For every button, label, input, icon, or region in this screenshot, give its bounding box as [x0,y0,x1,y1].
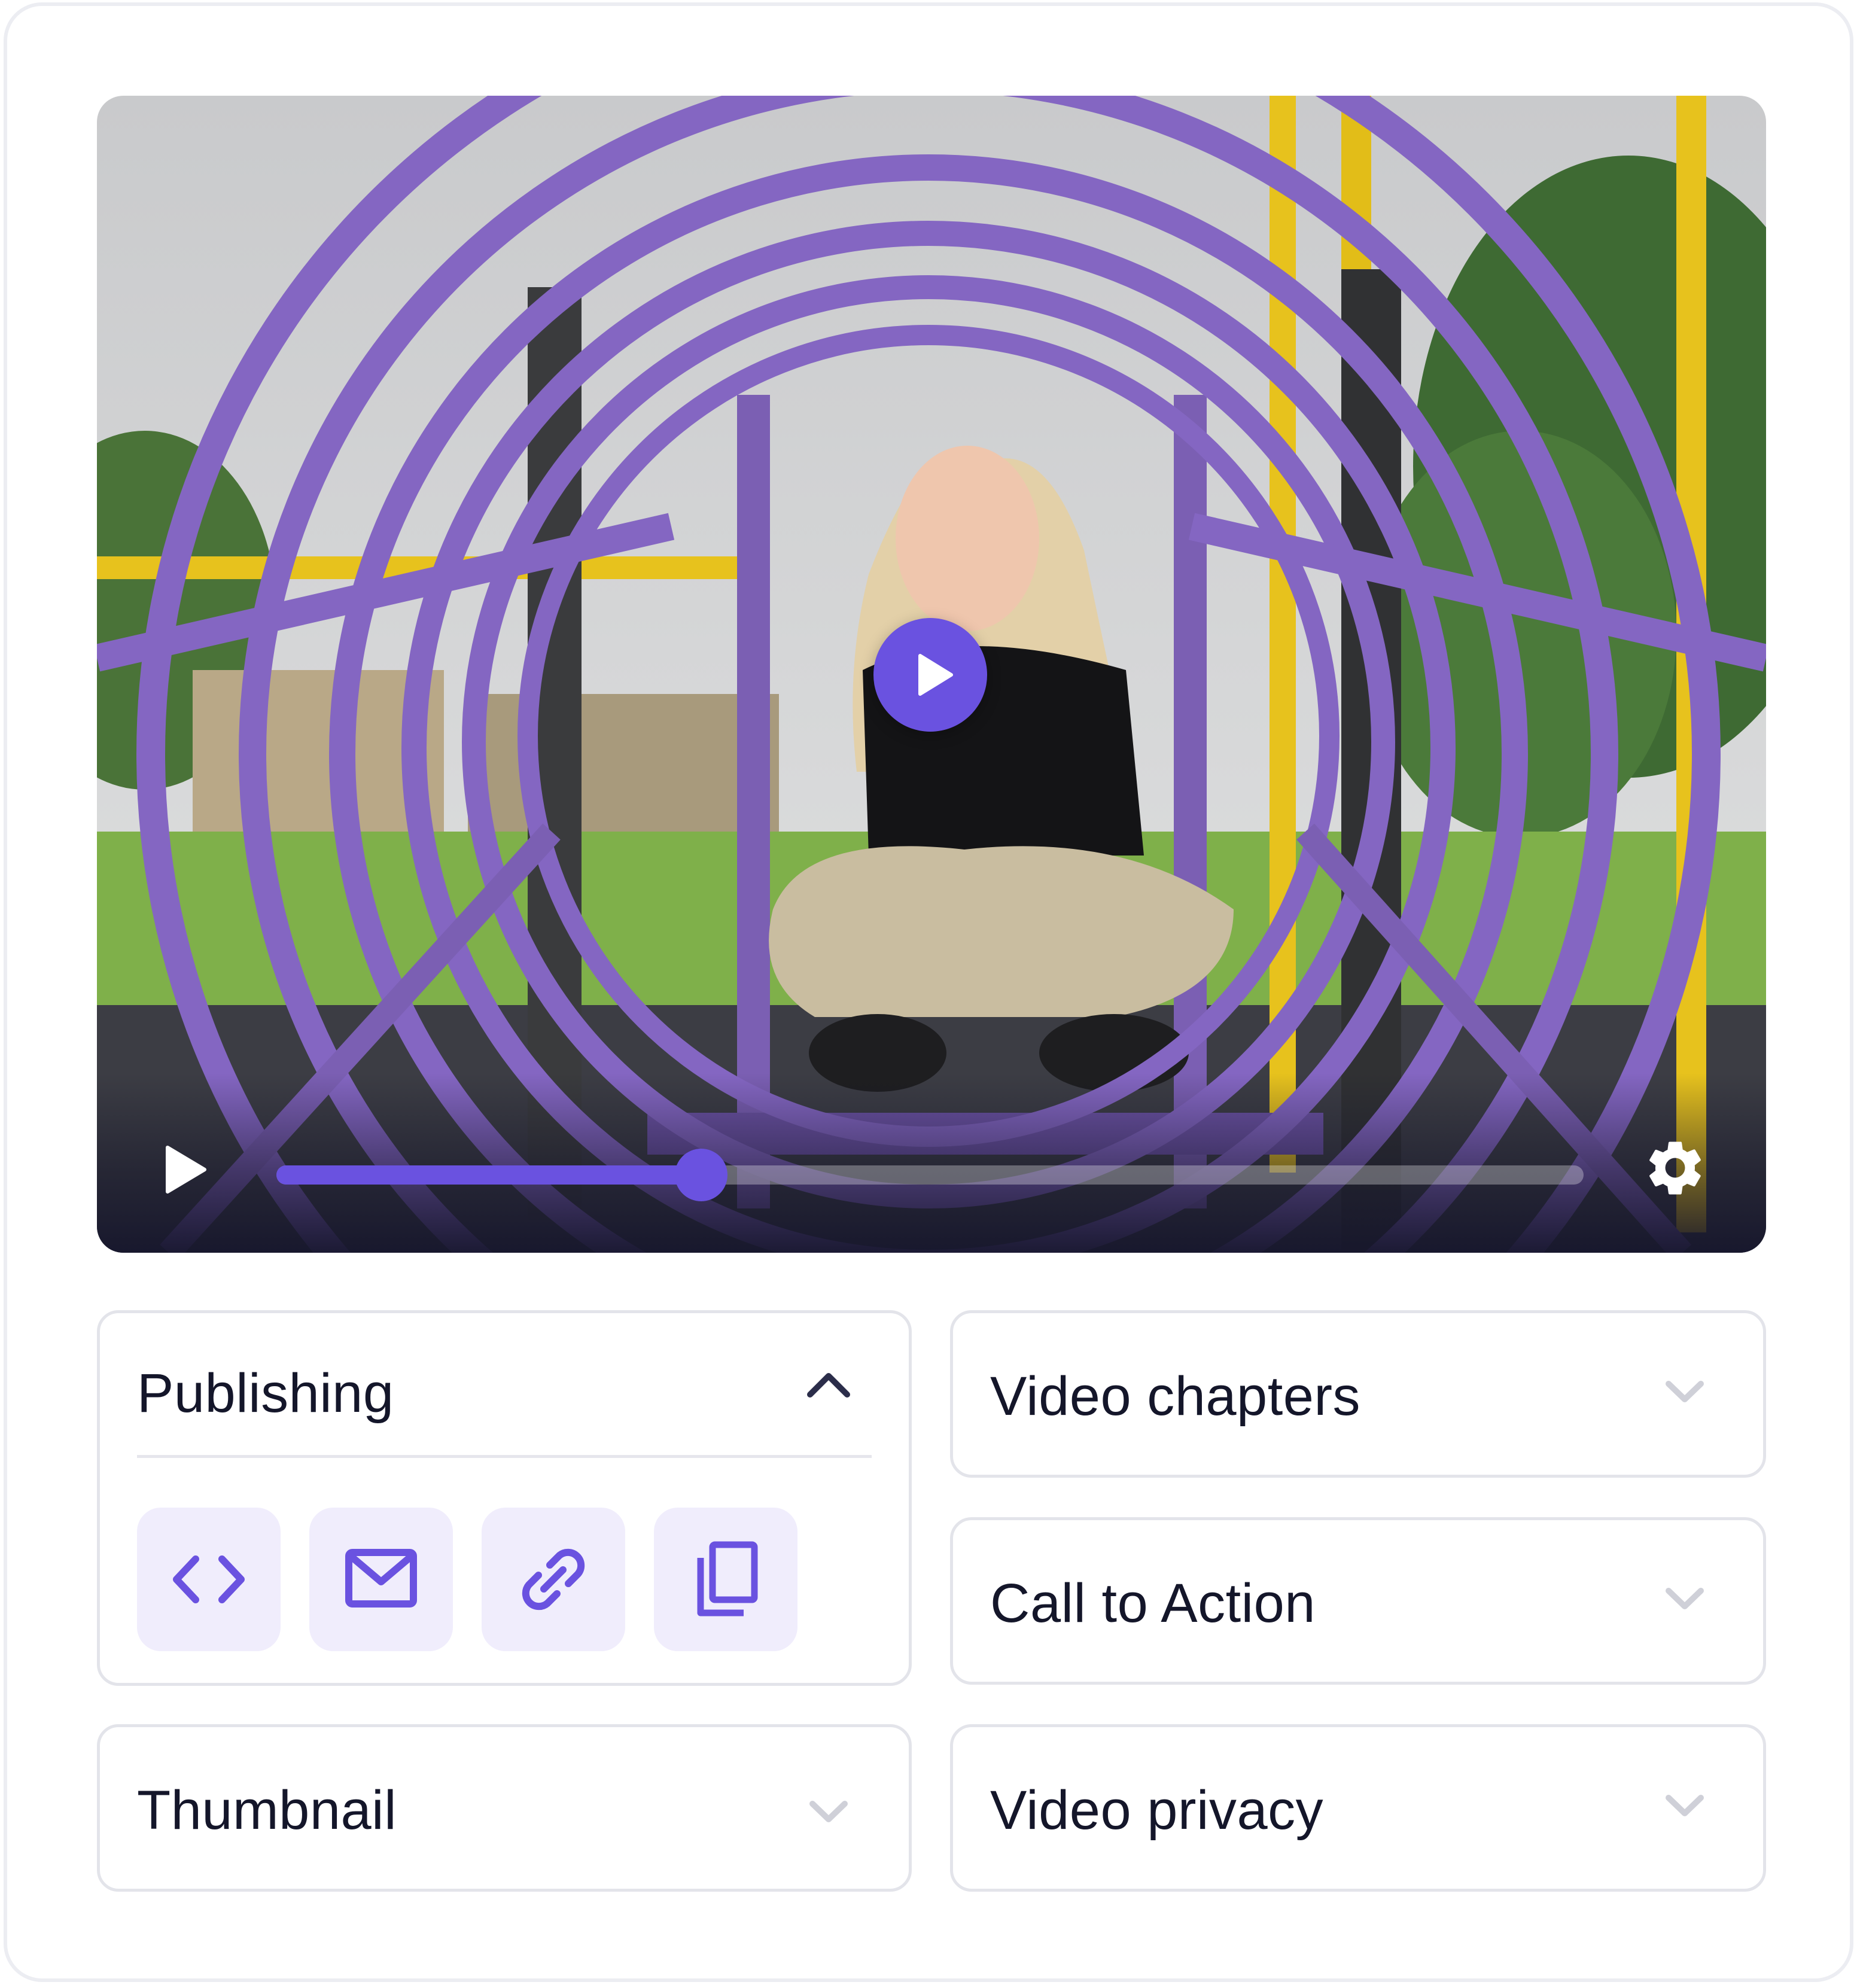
call-to-action-title: Call to Action [990,1573,1316,1634]
progress-fill [276,1165,702,1185]
video-player[interactable] [97,96,1766,1253]
center-play-button[interactable] [873,618,987,732]
chevron-up-icon[interactable] [802,1366,856,1402]
copy-button[interactable] [654,1508,797,1651]
chevron-down-icon[interactable] [1658,1787,1712,1823]
copy-icon [697,1541,758,1616]
publishing-panel: Publishing [97,1310,912,1686]
video-chapters-title: Video chapters [990,1366,1361,1427]
settings-gear-icon[interactable] [1642,1135,1708,1201]
email-button[interactable] [309,1508,453,1651]
publishing-divider [137,1455,872,1458]
controls-gradient [97,1073,1766,1253]
code-brackets-icon [173,1555,245,1603]
link-icon [522,1548,585,1611]
video-privacy-title: Video privacy [990,1780,1324,1841]
embed-code-button[interactable] [137,1508,281,1651]
progress-handle[interactable] [675,1149,728,1201]
thumbnail-title: Thumbnail [137,1780,397,1841]
progress-bar[interactable] [276,1149,1584,1201]
publishing-title: Publishing [137,1363,394,1424]
play-icon[interactable] [162,1143,209,1197]
video-chapters-panel[interactable]: Video chapters [950,1310,1766,1478]
call-to-action-panel[interactable]: Call to Action [950,1517,1766,1685]
chevron-down-icon[interactable] [802,1793,856,1829]
envelope-icon [345,1549,417,1608]
thumbnail-panel[interactable]: Thumbnail [97,1724,912,1892]
play-icon [918,654,953,696]
video-privacy-panel[interactable]: Video privacy [950,1724,1766,1892]
copy-link-button[interactable] [482,1508,625,1651]
chevron-down-icon[interactable] [1658,1580,1712,1616]
chevron-down-icon[interactable] [1658,1373,1712,1409]
